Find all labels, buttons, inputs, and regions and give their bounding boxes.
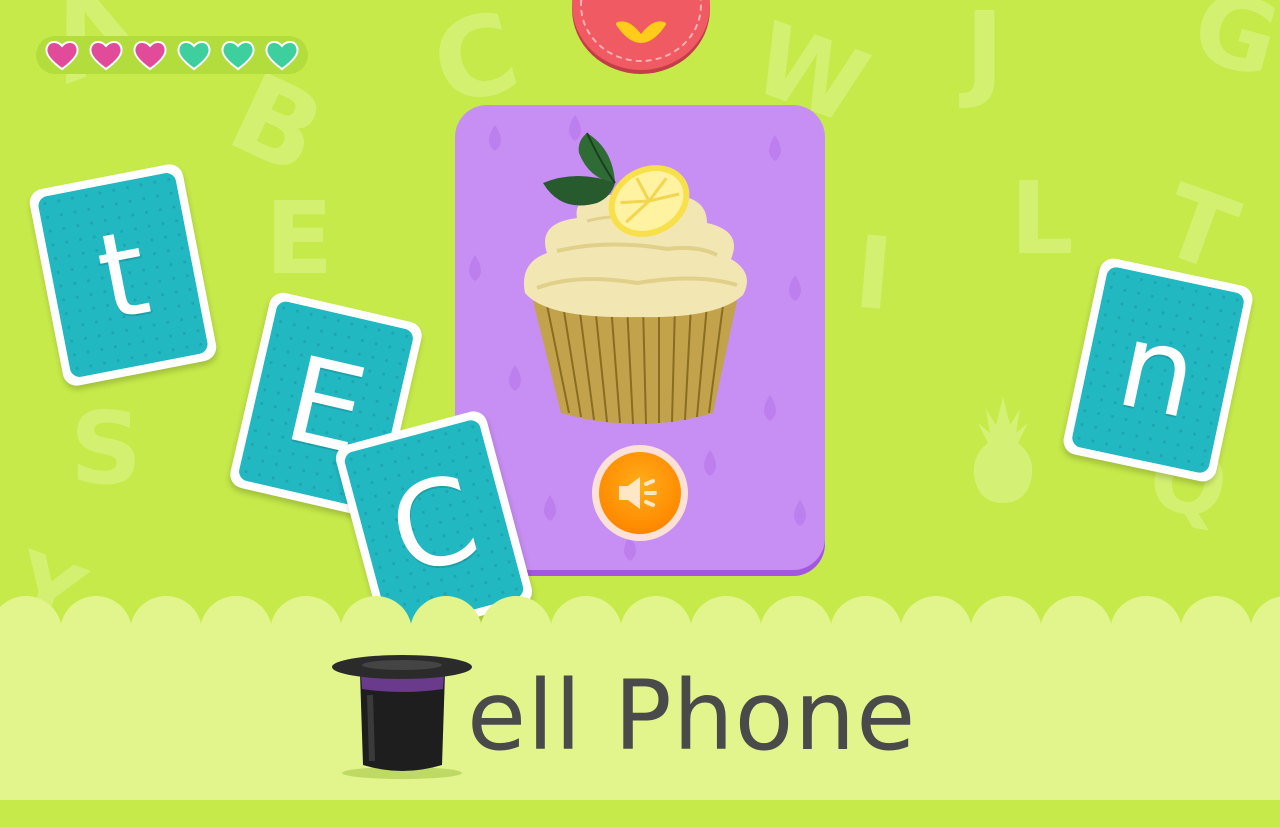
scallop [1180, 596, 1252, 656]
letter-card-face: n [1070, 265, 1246, 475]
scallop [970, 596, 1042, 656]
scallop [1250, 596, 1280, 656]
scallop [690, 596, 762, 656]
scallop [620, 596, 692, 656]
scallop [410, 596, 482, 656]
letter-card-glyph: t [87, 202, 159, 348]
bg-letter: I [849, 213, 898, 334]
cupcake-image [523, 132, 747, 425]
letter-card-t[interactable]: t [27, 161, 219, 389]
pineapple-icon [973, 397, 1033, 503]
scallop [130, 596, 202, 656]
scallop [900, 596, 972, 656]
heart-icon [89, 41, 123, 71]
sound-button[interactable] [592, 445, 688, 541]
heart-icon [221, 41, 255, 71]
heart-icon [265, 41, 299, 71]
bg-letter: S [70, 390, 143, 507]
scallop [200, 596, 272, 656]
lives-bar [36, 36, 308, 74]
bg-letter: G [1181, 0, 1280, 101]
scallop [60, 596, 132, 656]
word-strip-scallops [0, 596, 1280, 656]
bg-letter: L [1010, 160, 1074, 277]
word-row: ell Phone [330, 650, 916, 780]
word-text: ell Phone [467, 660, 917, 772]
scallop [270, 596, 342, 656]
bg-letter: E [265, 180, 334, 297]
heart-icon [177, 41, 211, 71]
scallop [1110, 596, 1182, 656]
scallop [760, 596, 832, 656]
scallop [550, 596, 622, 656]
letter-card-face: t [36, 171, 210, 379]
picture-card [455, 105, 825, 570]
speaker-icon [619, 477, 657, 509]
sound-button-face [599, 452, 681, 534]
letter-card-glyph: C [376, 447, 492, 603]
scallop [340, 596, 412, 656]
letter-card-glyph: n [1107, 294, 1209, 446]
heart-icon [45, 41, 79, 71]
heart-icon [133, 41, 167, 71]
bg-letter: J [965, 0, 1005, 112]
scallop [480, 596, 552, 656]
heart-check-icon [616, 21, 666, 43]
scallop [830, 596, 902, 656]
scallop [1040, 596, 1112, 656]
reward-badge[interactable] [572, 0, 710, 70]
scallop [0, 596, 62, 656]
magic-hat-icon[interactable] [330, 655, 475, 780]
